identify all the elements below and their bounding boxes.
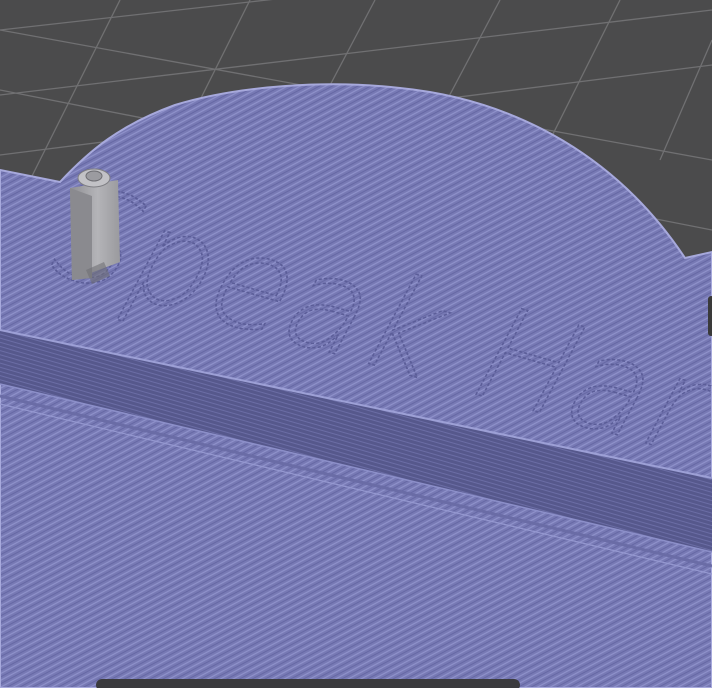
horizontal-scrollbar[interactable] — [96, 679, 520, 688]
right-panel-handle[interactable] — [708, 296, 712, 336]
3d-viewport[interactable]: Speak Har — [0, 0, 712, 688]
print-scene[interactable]: Speak Har — [0, 0, 712, 688]
